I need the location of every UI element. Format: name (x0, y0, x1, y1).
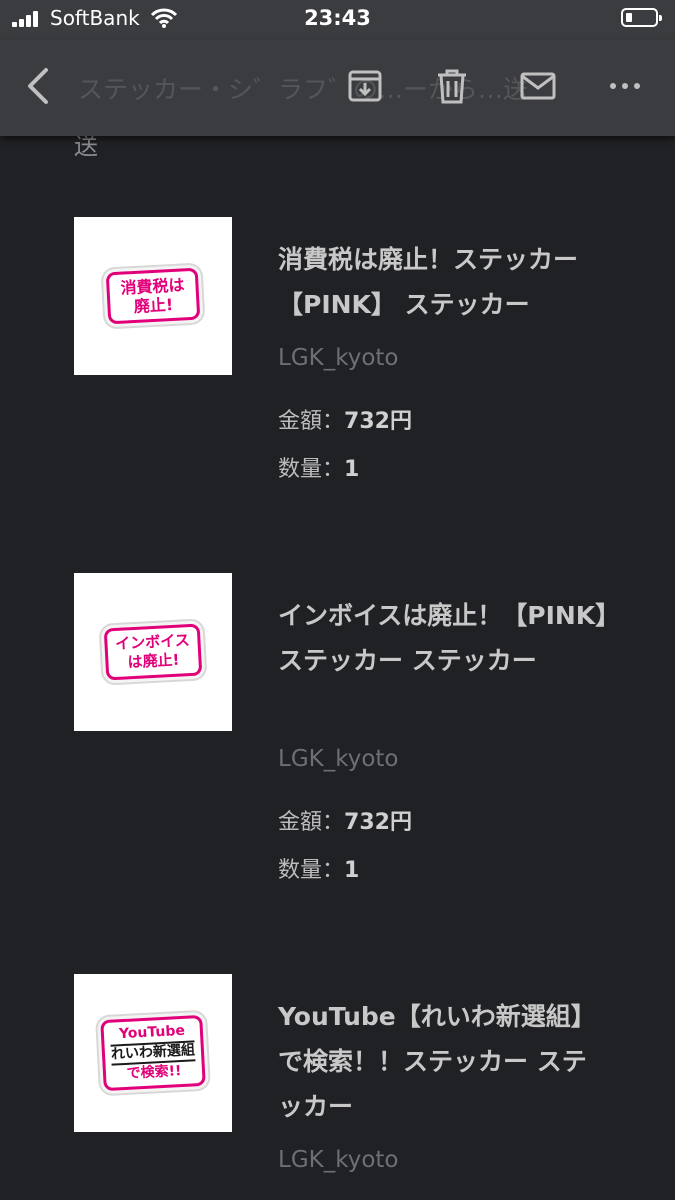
battery-icon (621, 8, 662, 27)
price-label: 金額： (278, 409, 345, 434)
sticker-graphic: インボイスは廃止! (103, 623, 203, 681)
product-image[interactable]: インボイスは廃止! (74, 573, 232, 731)
quantity-value: 1 (344, 858, 360, 883)
product-name[interactable]: YouTube【れいわ新選組】で検索！！ステッカー ステッカー (278, 994, 608, 1129)
mail-icon[interactable] (520, 68, 556, 104)
product-image[interactable]: YouTube れいわ新選組 で検索!! (74, 974, 232, 1132)
price-label: 金額： (278, 810, 345, 835)
sticker-line-youtube: YouTube (118, 1022, 186, 1043)
sticker-line-search: で検索!! (126, 1063, 182, 1082)
mail-toolbar: ステッカー・シ゛ラフ゛の…ーから…送 (0, 40, 675, 136)
seller-name: LGK_kyoto (278, 746, 399, 772)
product-name[interactable]: インボイスは廃止！【PINK】ステッカー ステッカー (278, 593, 608, 683)
quantity-label: 数量： (278, 858, 345, 883)
clock: 23:43 (304, 6, 371, 30)
trash-icon[interactable] (434, 68, 470, 104)
back-icon[interactable] (22, 66, 58, 106)
price-row: 金額：732円 (278, 804, 412, 836)
quantity-row: 数量：1 (278, 852, 359, 884)
quantity-row: 数量：1 (278, 451, 359, 483)
product-name[interactable]: 消費税は廃止！ステッカー【PINK】 ステッカー (278, 237, 608, 327)
sticker-line-reiwa: れいわ新選組 (110, 1040, 196, 1066)
archive-icon[interactable] (347, 68, 383, 104)
price-value: 732円 (344, 810, 412, 835)
product-image[interactable]: 消費税は廃止! (74, 217, 232, 375)
price-row: 金額：732円 (278, 403, 412, 435)
quantity-label: 数量： (278, 457, 345, 482)
sticker-graphic: YouTube れいわ新選組 で検索!! (100, 1014, 206, 1092)
seller-name: LGK_kyoto (278, 345, 399, 371)
status-bar: SoftBank 23:43 (0, 0, 675, 40)
price-value: 732円 (344, 409, 412, 434)
more-icon[interactable] (607, 68, 643, 104)
sticker-graphic: 消費税は廃止! (105, 267, 201, 325)
seller-name: LGK_kyoto (278, 1147, 399, 1173)
quantity-value: 1 (344, 457, 360, 482)
